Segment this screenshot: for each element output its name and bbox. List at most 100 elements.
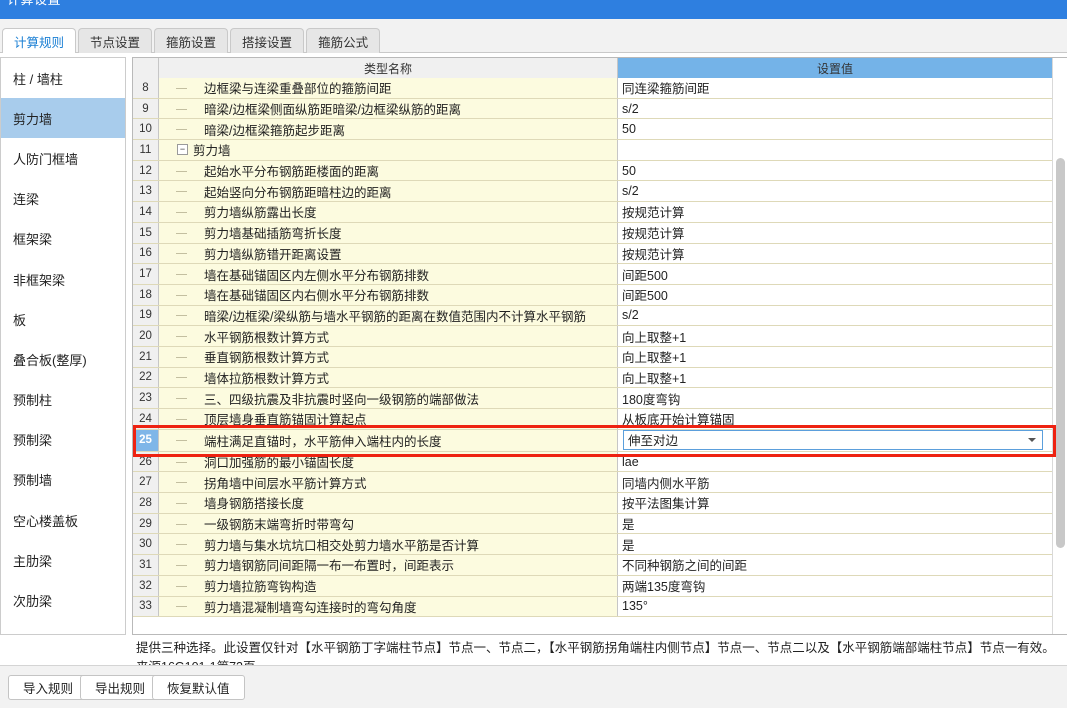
row-type-name-cell[interactable]: 顶层墙身垂直筋锚固计算起点 <box>159 409 618 429</box>
row-setting-value-cell[interactable]: 同连梁箍筋间距 <box>618 78 1053 98</box>
table-row[interactable]: 15 剪力墙基础插筋弯折长度 按规范计算 <box>133 222 1053 244</box>
table-vertical-scrollbar[interactable] <box>1052 58 1067 634</box>
tab-1[interactable]: 节点设置 <box>78 28 153 53</box>
sidebar-item-6[interactable]: 板 <box>1 299 125 339</box>
row-type-name-cell[interactable]: 暗梁/边框梁/梁纵筋与墙水平钢筋的距离在数值范围内不计算水平钢筋 <box>159 305 618 326</box>
row-setting-value-cell[interactable]: 是 <box>618 534 1053 555</box>
table-row[interactable]: 18 墙在基础锚固区内右侧水平分布钢筋排数 间距500 <box>133 284 1053 306</box>
sidebar-item-4[interactable]: 框架梁 <box>1 219 125 259</box>
bottom-button-1[interactable]: 导出规则 <box>80 675 161 700</box>
row-type-name-cell[interactable]: 起始水平分布钢筋距楼面的距离 <box>159 160 618 181</box>
row-type-name-cell[interactable]: 起始竖向分布钢筋距暗柱边的距离 <box>159 181 618 202</box>
table-row[interactable]: 26 洞口加强筋的最小锚固长度 lae <box>133 451 1053 473</box>
table-row[interactable]: 11− 剪力墙 <box>133 140 1053 161</box>
row-type-name-cell[interactable]: 端柱满足直锚时，水平筋伸入端柱内的长度 <box>159 429 618 451</box>
row-setting-value-cell[interactable]: 按规范计算 <box>618 243 1053 264</box>
table-row[interactable]: 10 暗梁/边框梁箍筋起步距离 50 <box>133 119 1053 141</box>
table-row[interactable]: 20 水平钢筋根数计算方式 向上取整+1 <box>133 326 1053 347</box>
row-setting-value-cell[interactable] <box>618 140 1053 160</box>
category-sidebar[interactable]: 柱 / 墙柱 剪力墙 人防门框墙 连梁 框架梁 非框架梁板叠合板(整厚) 预制柱 预制梁 预制墙… <box>0 57 126 635</box>
sidebar-item-2[interactable]: 人防门框墙 <box>1 138 125 178</box>
row-setting-value-cell[interactable]: s/2 <box>618 98 1053 119</box>
row-type-name-cell[interactable]: 剪力墙钢筋同间距隔一布一布置时，间距表示 <box>159 555 618 575</box>
table-row[interactable]: 29 一级钢筋末端弯折时带弯勾 是 <box>133 513 1053 535</box>
row-setting-value-cell[interactable]: 两端135度弯钩 <box>618 575 1053 596</box>
row-type-name-cell[interactable]: 暗梁/边框梁侧面纵筋距暗梁/边框梁纵筋的距离 <box>159 98 618 119</box>
table-row[interactable]: 23 三、四级抗震及非抗震时竖向一级钢筋的端部做法 180度弯钩 <box>133 388 1053 409</box>
table-row[interactable]: 19 暗梁/边框梁/梁纵筋与墙水平钢筋的距离在数值范围内不计算水平钢筋 s/2 <box>133 305 1053 327</box>
row-setting-value-cell[interactable]: 50 <box>618 119 1053 140</box>
row-type-name-cell[interactable]: 剪力墙拉筋弯钩构造 <box>159 575 618 596</box>
tab-2[interactable]: 箍筋设置 <box>154 28 229 53</box>
row-type-name-cell[interactable]: 剪力墙纵筋露出长度 <box>159 202 618 222</box>
row-setting-value-cell[interactable]: 间距500 <box>618 264 1053 284</box>
row-setting-value-cell[interactable]: 50 <box>618 160 1053 181</box>
row-type-name-cell[interactable]: 墙身钢筋搭接长度 <box>159 493 618 513</box>
row-type-name-cell[interactable]: 暗梁/边框梁箍筋起步距离 <box>159 119 618 140</box>
row-setting-value-cell[interactable]: s/2 <box>618 305 1053 326</box>
row-type-name-cell[interactable]: 拐角墙中间层水平筋计算方式 <box>159 472 618 493</box>
table-row[interactable]: 14 剪力墙纵筋露出长度 按规范计算 <box>133 202 1053 223</box>
table-row[interactable]: 9 暗梁/边框梁侧面纵筋距暗梁/边框梁纵筋的距离 s/2 <box>133 98 1053 120</box>
sidebar-item-5[interactable]: 非框架梁 <box>1 259 125 299</box>
setting-value-dropdown[interactable]: 伸至对边 <box>623 429 1043 450</box>
table-row[interactable]: 22 墙体拉筋根数计算方式 向上取整+1 <box>133 367 1053 389</box>
sidebar-item-8[interactable]: 预制柱 <box>1 380 125 420</box>
row-setting-value-cell[interactable]: 是 <box>618 513 1053 534</box>
table-row[interactable]: 32 剪力墙拉筋弯钩构造 两端135度弯钩 <box>133 575 1053 597</box>
row-setting-value-cell[interactable]: 按规范计算 <box>618 202 1053 222</box>
row-type-name-cell[interactable]: 剪力墙混凝制墙弯勾连接时的弯勾角度 <box>159 596 618 617</box>
table-row[interactable]: 33 剪力墙混凝制墙弯勾连接时的弯勾角度 135° <box>133 596 1053 618</box>
row-setting-value-cell[interactable]: 同墙内侧水平筋 <box>618 472 1053 493</box>
table-row[interactable]: 31 剪力墙钢筋同间距隔一布一布置时，间距表示 不同种钢筋之间的间距 <box>133 555 1053 576</box>
bottom-button-2[interactable]: 恢复默认值 <box>152 675 245 700</box>
row-setting-value-cell[interactable]: 按平法图集计算 <box>618 493 1053 513</box>
sidebar-item-0[interactable]: 柱 / 墙柱 <box>1 58 125 98</box>
row-type-name-cell[interactable]: 剪力墙纵筋错开距离设置 <box>159 243 618 264</box>
row-type-name-cell[interactable]: 边框梁与连梁重叠部位的箍筋间距 <box>159 78 618 98</box>
table-row[interactable]: 25 端柱满足直锚时，水平筋伸入端柱内的长度 伸至对边 <box>133 424 1056 457</box>
sidebar-item-9[interactable]: 预制梁 <box>1 420 125 460</box>
table-row[interactable]: 12 起始水平分布钢筋距楼面的距离 50 <box>133 160 1053 182</box>
row-type-name-cell[interactable]: 墙在基础锚固区内右侧水平分布钢筋排数 <box>159 284 618 305</box>
table-row[interactable]: 17 墙在基础锚固区内左侧水平分布钢筋排数 间距500 <box>133 264 1053 285</box>
row-setting-value-cell[interactable]: 按规范计算 <box>618 222 1053 243</box>
sidebar-item-14[interactable]: 基础 <box>1 621 125 634</box>
row-type-name-cell[interactable]: 一级钢筋末端弯折时带弯勾 <box>159 513 618 534</box>
sidebar-item-11[interactable]: 空心楼盖板 <box>1 500 125 540</box>
table-scroll-thumb[interactable] <box>1056 158 1065 548</box>
row-type-name-cell[interactable]: 剪力墙基础插筋弯折长度 <box>159 222 618 243</box>
table-row[interactable]: 28 墙身钢筋搭接长度 按平法图集计算 <box>133 493 1053 514</box>
tab-3[interactable]: 搭接设置 <box>230 28 305 53</box>
table-row[interactable]: 13 起始竖向分布钢筋距暗柱边的距离 s/2 <box>133 181 1053 203</box>
sidebar-item-3[interactable]: 连梁 <box>1 179 125 219</box>
row-setting-value-cell[interactable]: 不同种钢筋之间的间距 <box>618 555 1053 575</box>
row-type-name-cell[interactable]: 剪力墙与集水坑坑口相交处剪力墙水平筋是否计算 <box>159 534 618 555</box>
table-row[interactable]: 8 边框梁与连梁重叠部位的箍筋间距 同连梁箍筋间距 <box>133 78 1053 99</box>
table-row[interactable]: 21 垂直钢筋根数计算方式 向上取整+1 <box>133 346 1053 368</box>
table-row[interactable]: 24 顶层墙身垂直筋锚固计算起点 从板底开始计算锚固 <box>133 409 1053 430</box>
row-setting-value-cell[interactable]: 135° <box>618 596 1053 617</box>
row-setting-value-cell[interactable]: 180度弯钩 <box>618 388 1053 408</box>
row-type-name-cell[interactable]: 垂直钢筋根数计算方式 <box>159 346 618 367</box>
row-setting-value-cell[interactable]: 间距500 <box>618 284 1053 305</box>
row-type-name-cell[interactable]: 三、四级抗震及非抗震时竖向一级钢筋的端部做法 <box>159 388 618 408</box>
row-type-name-cell[interactable]: 墙在基础锚固区内左侧水平分布钢筋排数 <box>159 264 618 284</box>
table-row[interactable]: 30 剪力墙与集水坑坑口相交处剪力墙水平筋是否计算 是 <box>133 534 1053 556</box>
sidebar-item-12[interactable]: 主肋梁 <box>1 540 125 580</box>
row-type-name-cell[interactable]: 墙体拉筋根数计算方式 <box>159 367 618 388</box>
row-setting-value-cell[interactable]: 向上取整+1 <box>618 346 1053 367</box>
row-type-name-cell[interactable]: − 剪力墙 <box>159 140 618 160</box>
table-row[interactable]: 27 拐角墙中间层水平筋计算方式 同墙内侧水平筋 <box>133 472 1053 494</box>
collapse-expander-icon[interactable]: − <box>177 144 188 156</box>
row-setting-value-cell[interactable]: 从板底开始计算锚固 <box>618 409 1053 429</box>
tab-0[interactable]: 计算规则 <box>2 28 77 53</box>
bottom-button-0[interactable]: 导入规则 <box>8 675 89 700</box>
sidebar-item-7[interactable]: 叠合板(整厚) <box>1 339 125 379</box>
table-row[interactable]: 16 剪力墙纵筋错开距离设置 按规范计算 <box>133 243 1053 265</box>
tab-4[interactable]: 箍筋公式 <box>306 28 381 53</box>
sidebar-item-1[interactable]: 剪力墙 <box>1 98 125 139</box>
row-setting-value-cell[interactable]: lae <box>618 451 1053 472</box>
chevron-down-icon[interactable] <box>1028 437 1036 442</box>
row-setting-value-cell[interactable]: s/2 <box>618 181 1053 202</box>
